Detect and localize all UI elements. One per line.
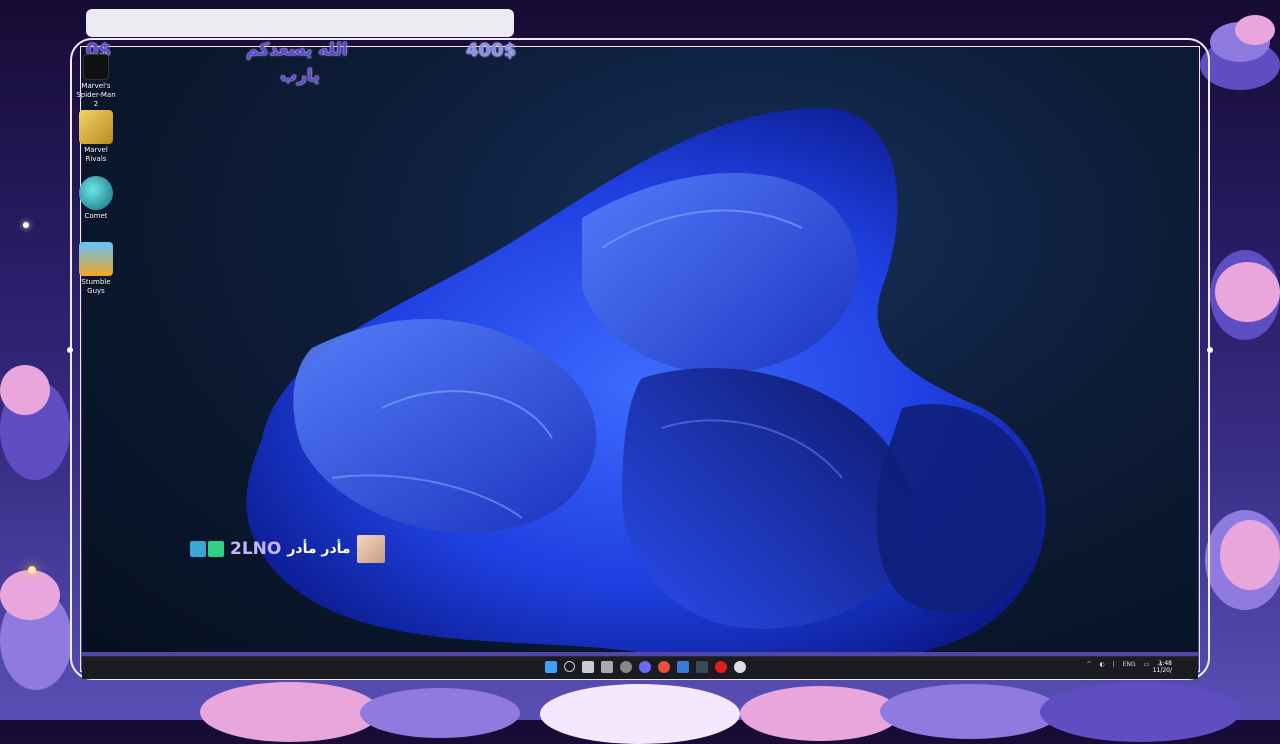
frame-handle-right	[1207, 347, 1213, 353]
app-icon[interactable]	[696, 661, 708, 673]
desktop-icon-label: Comet	[84, 212, 108, 220]
app-icon-2[interactable]	[734, 661, 746, 673]
desktop-icon-spider-man[interactable]: Marvel's Spider-Man 2	[74, 54, 118, 109]
comet-icon	[79, 176, 113, 210]
task-view-icon[interactable]	[582, 661, 594, 673]
frame-handle-left	[67, 347, 73, 353]
top-alert-bar	[86, 9, 514, 37]
desktop-icon-marvel-rivals[interactable]: Marvel Rivals	[74, 110, 118, 164]
settings-icon[interactable]	[620, 661, 632, 673]
arabic-thanks-line2: يارب	[280, 66, 320, 86]
chevron-up-icon[interactable]: ^	[1086, 661, 1091, 668]
streamer-arabic-text: مأدر مأدر	[287, 541, 351, 557]
badge-icon	[208, 541, 224, 557]
taskbar-apps	[545, 661, 746, 673]
mic-icon[interactable]: |	[1113, 661, 1115, 668]
search-icon[interactable]	[564, 661, 575, 672]
marvel-rivals-icon	[79, 110, 113, 144]
desktop-icon-comet[interactable]: Comet	[74, 176, 118, 221]
avatar	[356, 535, 385, 563]
taskbar: ^ ◐ | ENG ▭ ◁ 1:48 11/20/	[82, 656, 1198, 679]
spider-man-icon	[83, 54, 109, 80]
system-tray: ^ ◐ | ENG ▭ ◁	[1086, 661, 1162, 668]
badge-icon	[190, 541, 206, 557]
record-icon[interactable]	[715, 661, 727, 673]
language-indicator[interactable]: ENG	[1123, 661, 1136, 668]
stumble-guys-icon	[79, 242, 113, 276]
chrome-icon[interactable]	[658, 661, 670, 673]
network-icon[interactable]: ◐	[1099, 661, 1104, 668]
start-icon[interactable]	[545, 661, 557, 673]
widgets-icon[interactable]	[601, 661, 613, 673]
discord-icon[interactable]	[639, 661, 651, 673]
desktop-icon-label: Marvel's Spider-Man 2	[76, 82, 116, 108]
streamer-name: 2LNO	[230, 539, 282, 559]
desktop-icon-label: Stumble Guys	[81, 278, 111, 295]
donation-goal-amount: 400$	[466, 40, 517, 61]
arabic-thanks-line1: الله يسعدكم	[246, 40, 348, 60]
clock-date: 11/20/	[1152, 667, 1172, 674]
streamer-tag: 2LNO مأدر مأدر	[190, 535, 385, 563]
streamer-badges	[190, 541, 224, 557]
file-explorer-icon[interactable]	[677, 661, 689, 673]
display-icon[interactable]: ▭	[1144, 661, 1150, 668]
clock[interactable]: 1:48 11/20/	[1153, 660, 1172, 674]
clock-time: 1:48	[1158, 660, 1172, 667]
desktop-icon-label: Marvel Rivals	[84, 146, 108, 163]
desktop-icon-stumble-guys[interactable]: Stumble Guys	[74, 242, 118, 296]
